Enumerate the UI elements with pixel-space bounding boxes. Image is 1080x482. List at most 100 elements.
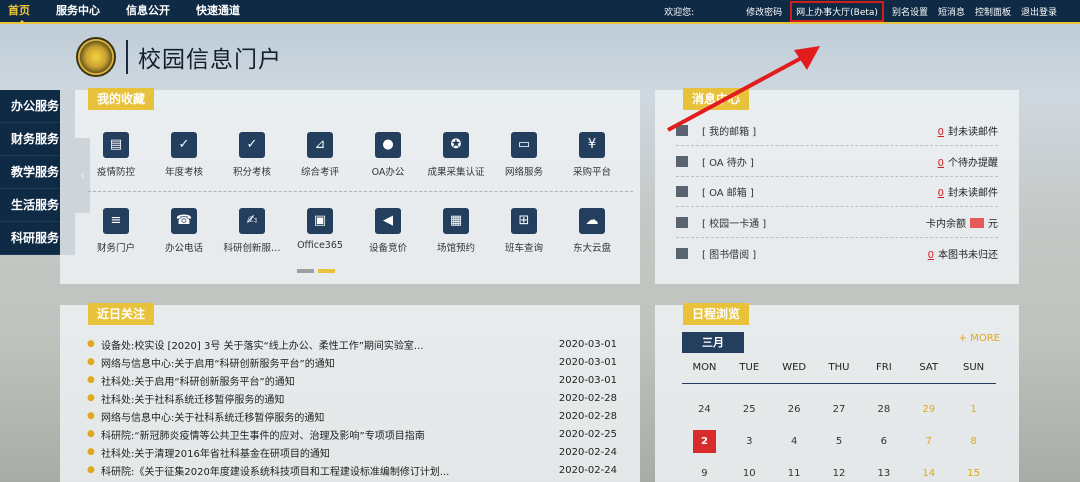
app-shortcut-label: 办公电话 [164,243,203,254]
calendar-day[interactable]: 11 [772,468,817,479]
app-shortcut[interactable]: ✪ 成果采集认证 [422,132,490,178]
calendar-day[interactable]: 10 [727,468,772,479]
calendar-day[interactable]: 5 [817,436,862,447]
app-shortcut[interactable]: ▭ 网络服务 [490,132,558,178]
news-item[interactable]: ● 设备处:校实设 [2020] 3号 关于落实“线上办公、柔性工作”期间实验室.… [87,335,617,353]
bullet-icon: ● [87,411,95,421]
calendar-day[interactable]: 28 [861,404,906,415]
news-item[interactable]: ● 社科处:关于启用“科研创新服务平台”的通知 2020-03-01 [87,371,617,389]
calendar-day[interactable]: 29 [906,404,951,415]
card-icon [676,216,688,228]
calendar-day[interactable]: 24 [682,404,727,415]
university-seal-logo [76,37,116,77]
message-count[interactable]: 0 [928,250,934,261]
change-password-link[interactable]: 修改密码 [741,5,787,18]
card-balance-label: 卡内余额 [926,218,966,230]
calendar-day[interactable]: 27 [817,404,862,415]
weekday-label: SUN [963,362,985,373]
calendar-month: 三月 [682,332,744,353]
app-shortcut[interactable]: ¥ 采购平台 [558,132,626,178]
pager-dot-2[interactable] [318,269,335,273]
message-link[interactable]: [ OA 待办 ] [702,154,938,169]
app-shortcut[interactable]: ✓ 积分考核 [218,132,286,178]
control-panel-link[interactable]: 控制面板 [970,5,1016,18]
news-item[interactable]: ● 科研院:“新冠肺炎疫情等公共卫生事件的应对、治理及影响”专项项目指南 2020-… [87,425,617,443]
calendar-day[interactable]: 8 [951,436,996,447]
message-count[interactable]: 0 [938,158,944,169]
calendar-day[interactable]: 14 [906,468,951,479]
user-links: 欢迎您: 修改密码 网上办事大厅(Beta) 别名设置 短消息 控制面板 退出登… [659,0,1062,22]
calendar-day[interactable]: 13 [861,468,906,479]
news-item[interactable]: ● 科研院:《关于征集2020年度建设系统科技项目和工程建设标准编制修订计划...… [87,461,617,479]
weekday-label: WED [782,362,807,373]
calendar-day-today[interactable]: 2 [682,429,727,453]
calendar-more-link[interactable]: + MORE [959,333,1000,344]
news-item[interactable]: ● 网络与信息中心:关于社科系统迁移暂停服务的通知 2020-02-28 [87,407,617,425]
message-row: [ 图书借阅 ] 0 本图书未归还 [676,238,998,268]
calendar-day[interactable]: 12 [817,468,862,479]
message-link[interactable]: [ OA 邮箱 ] [702,184,938,199]
calendar-day-number: 5 [835,435,843,447]
nav-info-disclosure[interactable]: 信息公开 [113,0,183,22]
books-icon [676,247,688,259]
calendar-week: 9 10 11 12 13 14 15 [682,457,996,482]
app-shortcut[interactable]: ≡ 财务门户 [82,208,150,254]
app-shortcut-label: 科研创新服… [223,243,281,254]
calendar-day[interactable]: 26 [772,404,817,415]
app-shortcut[interactable]: ▣ Office365 [286,208,354,254]
app-shortcut[interactable]: ✓ 年度考核 [150,132,218,178]
bus-icon: ⊞ [511,208,537,234]
app-shortcut[interactable]: ⊿ 综合考评 [286,132,354,178]
calendar-day-number: 3 [746,435,753,447]
logo-divider [126,40,128,74]
news-item-title: 社科处:关于清理2016年省社科基金在研项目的通知 [101,448,330,460]
app-shortcut[interactable]: ▦ 场馆预约 [422,208,490,254]
favorites-panel: 我的收藏 ▤ 疫情防控 ✓ 年度考核 ✓ 积分考核 ⊿ 综合考评 ● OA办公 ✪ 成果采集认证 ▭ 网络… [60,88,640,284]
calendar-day-number: 13 [877,467,891,479]
alias-settings-link[interactable]: 别名设置 [887,5,933,18]
news-item-date: 2020-03-01 [558,338,617,350]
calendar-day[interactable]: 7 [906,436,951,447]
sms-link[interactable]: 短消息 [933,5,970,18]
app-shortcut-label: 成果采集认证 [427,167,485,178]
app-shortcut[interactable]: ☎ 办公电话 [150,208,218,254]
calendar-day[interactable]: 15 [951,468,996,479]
news-item-title: 科研院:《关于征集2020年度建设系统科技项目和工程建设标准编制修订计划... [101,466,450,478]
megaphone-icon: ◀ [375,208,401,234]
calendar-day-number: 14 [922,467,936,479]
app-shortcut[interactable]: ▤ 疫情防控 [82,132,150,178]
calendar-day[interactable]: 9 [682,468,727,479]
news-item[interactable]: ● 社科处:关于清理2016年省社科基金在研项目的通知 2020-02-24 [87,443,617,461]
calendar-day[interactable]: 25 [727,404,772,415]
office-icon: ▣ [307,208,333,234]
message-link[interactable]: [ 图书借阅 ] [702,246,928,261]
app-shortcut-label: 综合考评 [300,167,339,178]
nav-home[interactable]: 首页 [0,0,43,24]
message-count[interactable]: 0 [938,127,944,138]
research-icon: ✍ [239,208,265,234]
app-shortcut[interactable]: ⊞ 班车查询 [490,208,558,254]
message-link[interactable]: [ 校园一卡通 ] [702,215,926,230]
app-shortcut[interactable]: ● OA办公 [354,132,422,178]
nav-service-center[interactable]: 服务中心 [43,0,113,22]
favorites-row-1: ▤ 疫情防控 ✓ 年度考核 ✓ 积分考核 ⊿ 综合考评 ● OA办公 ✪ 成果采集认证 ▭ 网络服务 ¥ 采购… [82,132,662,178]
top-nav-bar: 首页 服务中心 信息公开 快速通道 欢迎您: 修改密码 网上办事大厅(Beta)… [0,0,1080,24]
news-item[interactable]: ● 网络与信息中心:关于启用“科研创新服务平台”的通知 2020-03-01 [87,353,617,371]
logout-link[interactable]: 退出登录 [1016,5,1062,18]
app-shortcut[interactable]: ☁ 东大云盘 [558,208,626,254]
calendar-day[interactable]: 4 [772,436,817,447]
message-count[interactable]: 0 [938,188,944,199]
app-shortcut[interactable]: ✍ 科研创新服… [218,208,286,254]
monitor-icon: ▭ [511,132,537,158]
nav-quick-access[interactable]: 快速通道 [183,0,253,22]
pager-dot-1[interactable] [297,269,314,273]
calendar-day[interactable]: 3 [727,436,772,447]
calendar-day[interactable]: 1 [951,404,996,415]
portal-header: 校园信息门户 [76,37,282,77]
online-hall-link[interactable]: 网上办事大厅(Beta) [790,0,884,22]
calendar-day[interactable]: 6 [861,436,906,447]
app-shortcut[interactable]: ◀ 设备竞价 [354,208,422,254]
welcome-text: 欢迎您: [664,7,695,18]
news-item[interactable]: ● 社科处:关于社科系统迁移暂停服务的通知 2020-02-28 [87,389,617,407]
message-suffix: 本图书未归还 [938,249,998,261]
